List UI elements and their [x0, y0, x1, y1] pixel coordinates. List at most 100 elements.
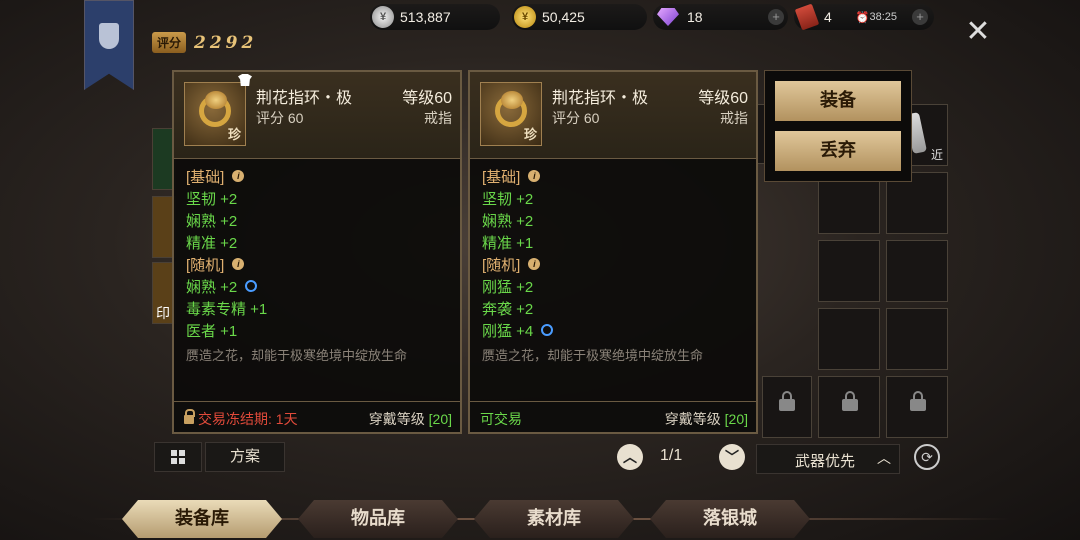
silver-coin-icon: ¥ — [372, 6, 394, 28]
tooltip-body: [基础] i 坚韧 +2 娴熟 +2 精准 +2 [随机] i 娴熟 +2 毒素专精… — [174, 159, 460, 370]
page-up-button[interactable]: ︿ — [617, 444, 643, 470]
item-name: 荆花指环・极 — [256, 90, 353, 107]
lock-icon — [779, 391, 795, 411]
info-icon[interactable]: i — [232, 258, 245, 270]
basic-label: [基础] — [186, 168, 225, 186]
grid-icon — [171, 458, 177, 464]
close-icon[interactable]: ✕ — [962, 16, 994, 48]
tab-item-storage[interactable]: 物品库 — [298, 500, 458, 538]
stat-text: 娴熟 +2 — [186, 278, 238, 296]
random-section-header: [随机] i — [482, 253, 744, 275]
item-slot-type: 戒指 — [424, 110, 452, 126]
info-icon[interactable]: i — [528, 258, 541, 270]
inventory-slot[interactable] — [818, 308, 880, 370]
reroll-icon[interactable] — [245, 280, 258, 292]
stat-line: 精准 +1 — [482, 234, 534, 252]
item-slot-type: 戒指 — [720, 110, 748, 126]
gold-currency: ¥ 50,425 — [512, 4, 647, 30]
item-level: 等级60 — [698, 90, 748, 107]
inventory-slot-locked — [818, 376, 880, 438]
sort-label: 武器优先 — [795, 453, 856, 470]
tab-equipment-storage[interactable]: 装备库 — [122, 500, 282, 538]
near-tag: 近 — [930, 148, 943, 162]
item-name: 荆花指环・极 — [552, 90, 649, 107]
silver-amount: 513,887 — [400, 9, 451, 25]
discard-button[interactable]: 丢弃 — [775, 131, 901, 171]
item-tooltip-selected: 珍 荆花指环・极 等级60 评分 60 戒指 [基础] i 坚韧 +2 娴熟 +2… — [468, 70, 758, 434]
stat-line: 刚猛 +2 — [482, 278, 534, 296]
guild-banner[interactable] — [84, 0, 134, 90]
lock-icon — [184, 409, 195, 424]
basic-section-header: [基础] i — [186, 165, 448, 187]
slot-seal-label: 印 — [156, 305, 170, 321]
random-label: [随机] — [482, 256, 521, 274]
inventory-slot[interactable] — [818, 240, 880, 302]
wear-level-label: 穿戴等级 — [368, 411, 425, 427]
item-score: 评分 60 — [552, 110, 600, 126]
wear-level: 穿戴等级 [20] — [369, 409, 452, 429]
tab-material-storage[interactable]: 素材库 — [474, 500, 634, 538]
scheme-button[interactable]: 方案 — [205, 442, 285, 472]
banner-emblem-icon — [99, 23, 119, 49]
chevron-up-icon: ︿ — [877, 450, 891, 466]
item-description: 赝造之花，却能于极寒绝境中绽放生命 — [186, 348, 408, 363]
page-down-button[interactable]: ﹀ — [719, 444, 745, 470]
info-icon[interactable]: i — [528, 170, 541, 182]
stat-line: 娴熟 +2 — [186, 275, 448, 297]
add-diamond-button[interactable]: + — [768, 9, 784, 25]
wear-level: 穿戴等级 [20] — [665, 409, 748, 429]
inventory-slot[interactable] — [886, 308, 948, 370]
clock-icon: ⏰ — [855, 11, 870, 24]
reroll-icon[interactable] — [541, 324, 554, 336]
lock-icon — [910, 391, 926, 411]
diamond-icon — [657, 8, 679, 26]
trade-status: 可交易 — [480, 411, 522, 427]
trade-status-text: 交易冻结期: 1天 — [198, 411, 298, 427]
item-score: 评分 60 — [256, 110, 304, 126]
page-indicator: 1/1 — [660, 447, 683, 464]
score-display: 评分 2292 — [152, 32, 257, 53]
refresh-icon[interactable]: ⟳ — [914, 444, 940, 470]
flower-icon — [205, 91, 227, 109]
wear-level-label: 穿戴等级 — [664, 411, 721, 427]
stat-line: 精准 +2 — [186, 234, 238, 252]
equip-button[interactable]: 装备 — [775, 81, 901, 121]
lock-icon — [842, 391, 858, 411]
ticket-amount: 4 — [824, 9, 832, 25]
silver-currency: ¥ 513,887 — [370, 4, 500, 30]
stat-line: 坚韧 +2 — [186, 190, 238, 208]
info-icon[interactable]: i — [232, 170, 245, 182]
tooltip-header: 珍 荆花指环・极 等级60 评分 60 戒指 — [470, 72, 756, 159]
add-ticket-button[interactable]: + — [912, 9, 928, 25]
stat-line: 医者 +1 — [186, 322, 238, 340]
tab-luoyin-city[interactable]: 落银城 — [650, 500, 810, 538]
inventory-slot[interactable] — [886, 240, 948, 302]
tooltip-body: [基础] i 坚韧 +2 娴熟 +2 精准 +1 [随机] i 刚猛 +2 奔袭 +… — [470, 159, 756, 370]
item-level: 等级60 — [402, 90, 452, 107]
ticket-timer: 38:25 — [869, 11, 898, 23]
rarity-label: 珍 — [523, 128, 537, 143]
diamond-amount: 18 — [687, 9, 703, 25]
rarity-label: 珍 — [227, 128, 241, 143]
stat-line: 娴熟 +2 — [186, 212, 238, 230]
ring-item-icon: 珍 — [184, 82, 246, 146]
stat-line: 毒素专精 +1 — [186, 300, 268, 318]
currency-bar: ¥ 513,887 ¥ 50,425 18 + 4 ⏰ 38:25 + — [370, 3, 940, 32]
grid-icon — [179, 450, 185, 456]
gold-coin-icon: ¥ — [514, 6, 536, 28]
stat-line: 坚韧 +2 — [482, 190, 534, 208]
stat-line: 奔袭 +2 — [482, 300, 534, 318]
stat-text: 刚猛 +4 — [482, 322, 534, 340]
tooltip-footer: 交易冻结期: 1天 穿戴等级 [20] — [174, 401, 460, 432]
sort-dropdown[interactable]: 武器优先 ︿ — [756, 444, 900, 474]
inventory-slot-locked — [886, 376, 948, 438]
inventory-slot-locked — [762, 376, 812, 438]
stat-line: 娴熟 +2 — [482, 212, 534, 230]
item-description: 赝造之花，却能于极寒绝境中绽放生命 — [482, 348, 704, 363]
grid-view-button[interactable] — [154, 442, 202, 472]
random-section-header: [随机] i — [186, 253, 448, 275]
score-value: 2292 — [194, 32, 258, 53]
random-label: [随机] — [186, 256, 225, 274]
flower-icon — [501, 91, 523, 109]
wear-level-value: [20] — [428, 411, 452, 427]
